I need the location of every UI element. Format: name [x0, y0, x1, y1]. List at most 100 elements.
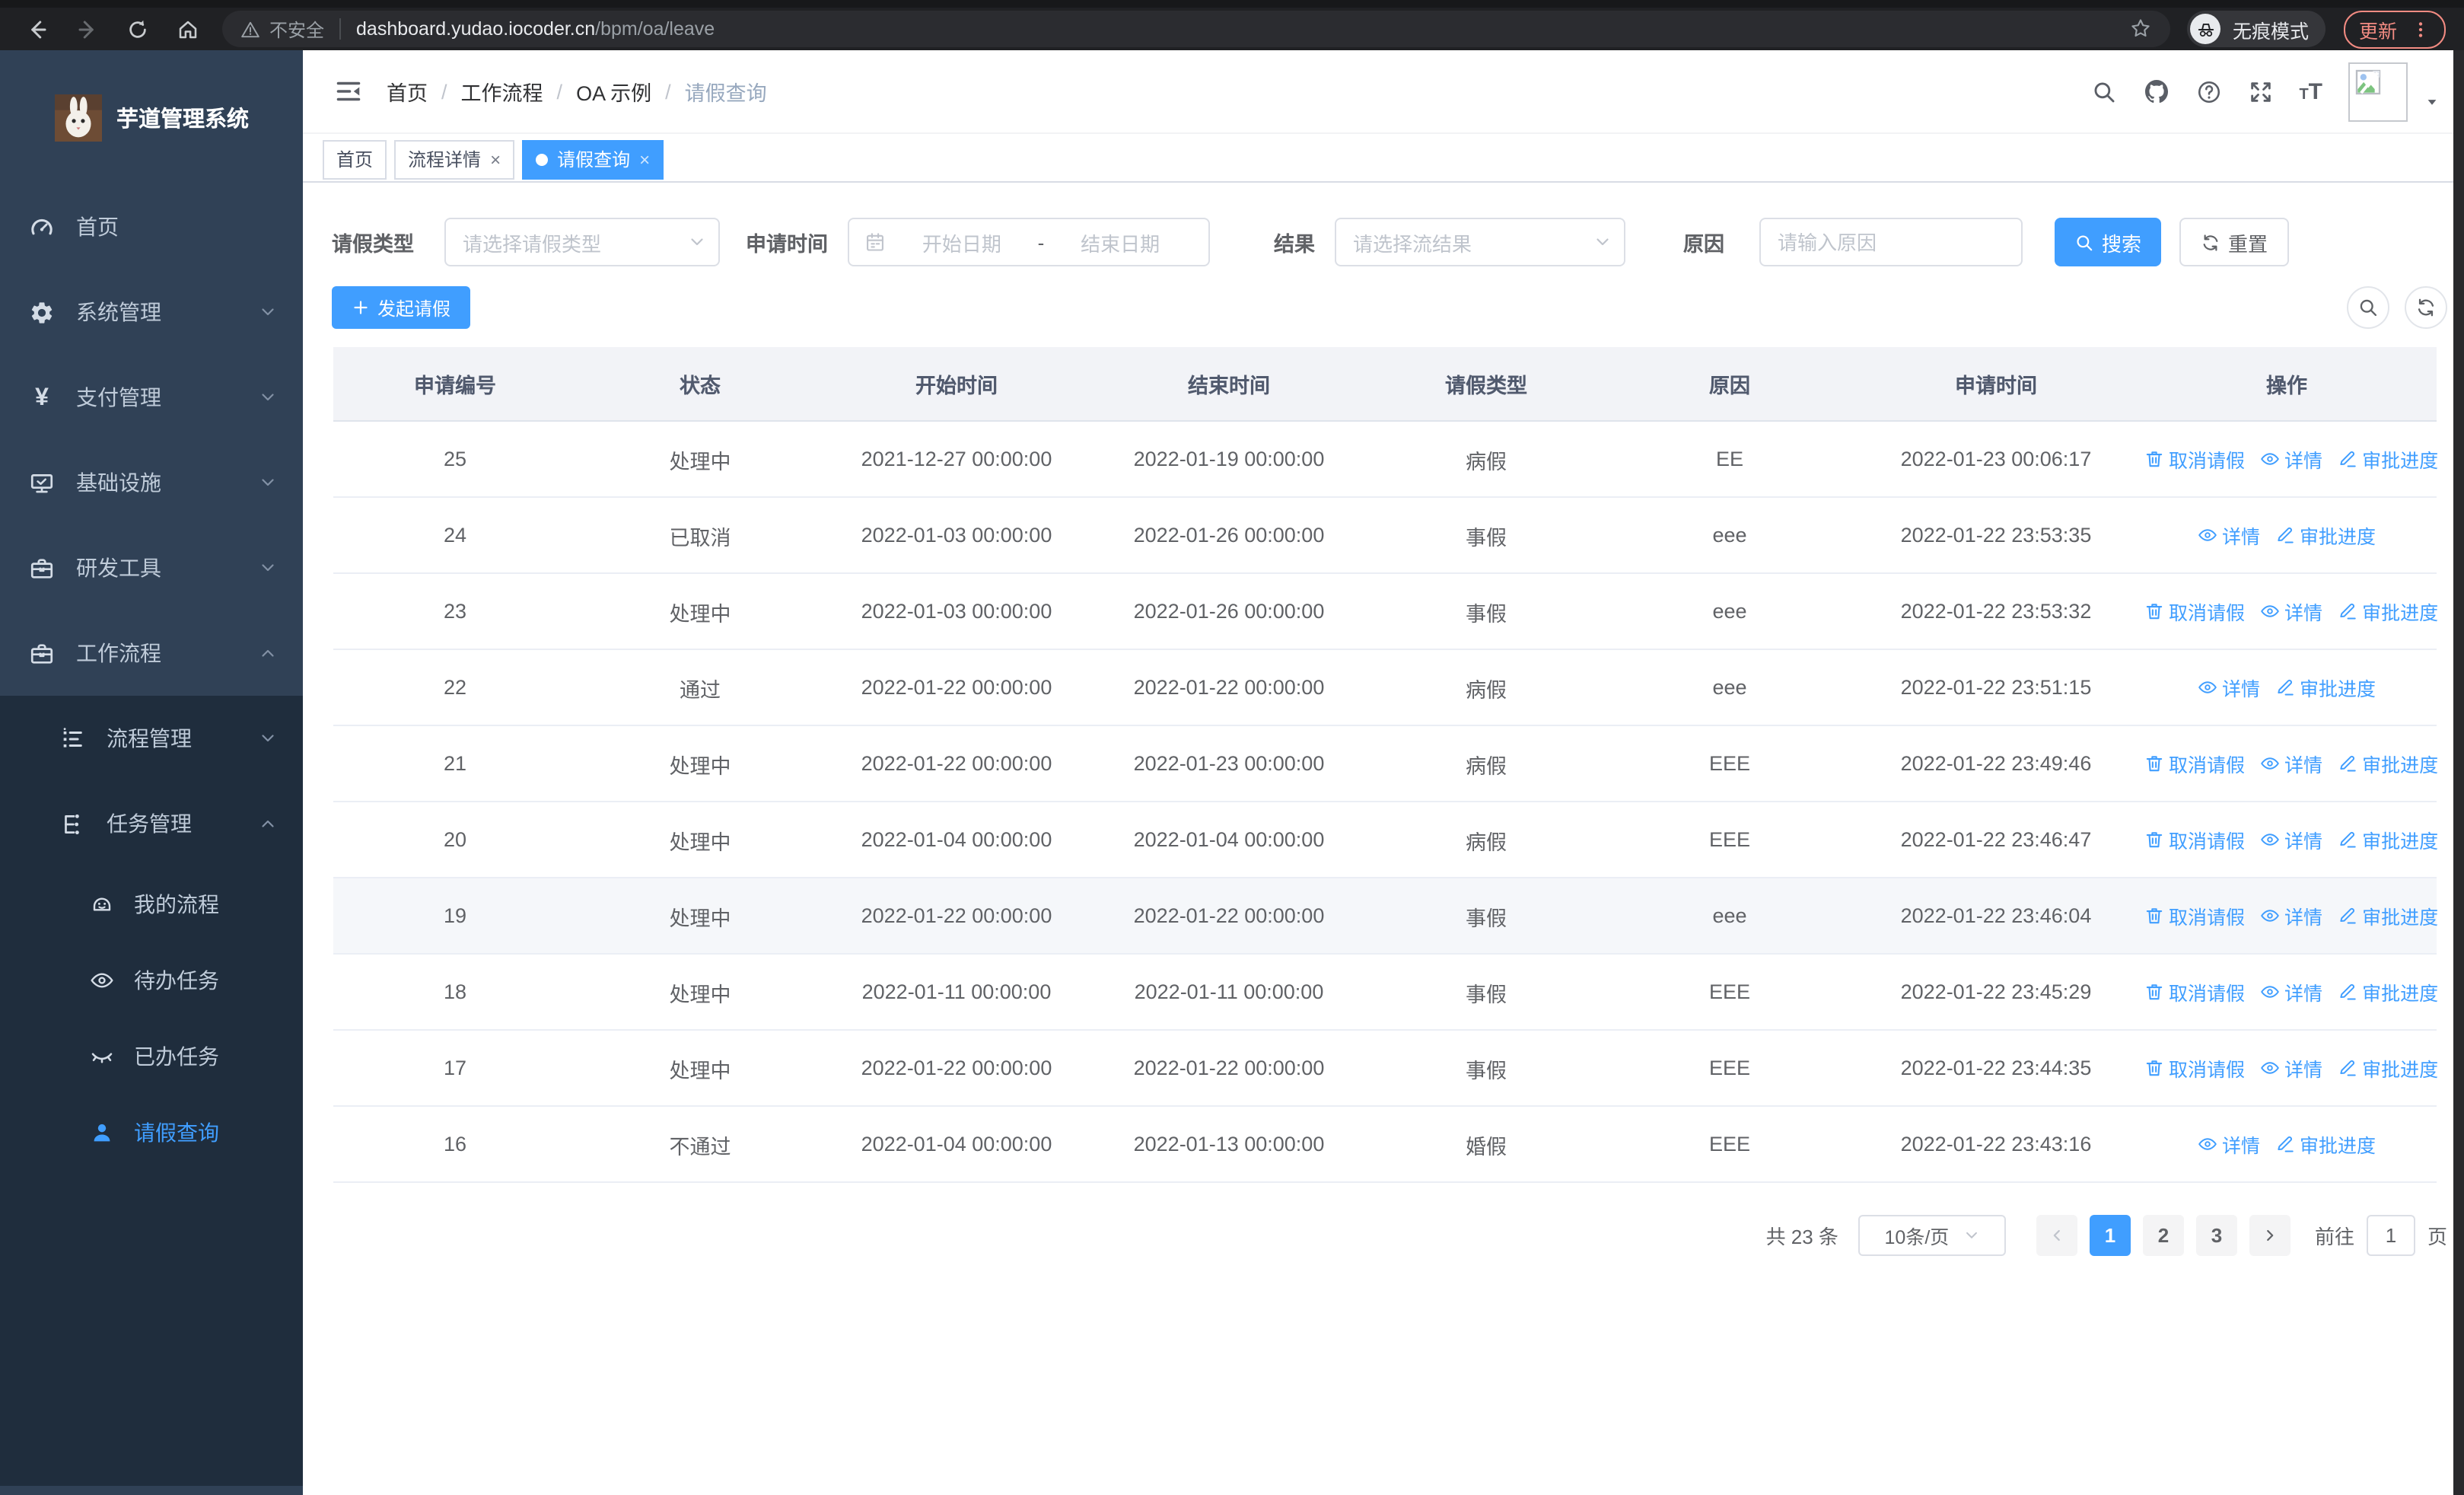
select-placeholder: 请选择流结果 — [1353, 232, 1472, 255]
github-icon[interactable] — [2142, 78, 2170, 105]
browser-reload-button[interactable] — [113, 9, 163, 49]
detail-link[interactable]: 详情 — [2260, 825, 2322, 854]
bookmark-star-icon[interactable] — [2129, 15, 2152, 43]
breadcrumb-home[interactable]: 首页 — [387, 76, 428, 107]
approval-progress-link[interactable]: 审批进度 — [2338, 977, 2438, 1006]
apply-time-range-picker[interactable]: 开始日期 - 结束日期 — [848, 218, 1210, 266]
tab-process-detail[interactable]: 流程详情 × — [394, 139, 515, 179]
reason-input[interactable] — [1761, 231, 2021, 253]
cancel-leave-link[interactable]: 取消请假 — [2144, 977, 2245, 1006]
sidebar-item-done-tasks[interactable]: 已办任务 — [0, 1018, 303, 1095]
cancel-leave-link[interactable]: 取消请假 — [2144, 445, 2245, 473]
result-select[interactable]: 请选择流结果 — [1335, 218, 1625, 266]
sidebar-item-devtools[interactable]: 研发工具 — [0, 525, 303, 610]
detail-link[interactable]: 详情 — [2198, 673, 2260, 702]
chevron-down-icon — [259, 388, 277, 406]
cancel-leave-link[interactable]: 取消请假 — [2144, 825, 2245, 854]
address-bar[interactable]: 不安全 dashboard.yudao.iocoder.cn/bpm/oa/le… — [222, 11, 2170, 47]
sidebar-item-label: 基础设施 — [76, 470, 161, 495]
approval-progress-link[interactable]: 审批进度 — [2338, 445, 2438, 473]
reset-button-label: 重置 — [2227, 232, 2268, 255]
tab-leave-query[interactable]: 请假查询 × — [522, 139, 664, 179]
cell-status: 处理中 — [577, 421, 823, 498]
avatar-caret-icon[interactable] — [2424, 94, 2440, 110]
approval-progress-link[interactable]: 审批进度 — [2338, 825, 2438, 854]
detail-link[interactable]: 详情 — [2260, 1054, 2322, 1082]
next-page-button[interactable] — [2249, 1215, 2291, 1256]
page-size-select[interactable]: 10条/页 — [1858, 1215, 2006, 1256]
incognito-icon — [2190, 14, 2220, 44]
sidebar: 芋道管理系统 首页 系统管理 ¥ 支付管理 基础设施 研发工具 工作流程 流程管… — [0, 50, 303, 1495]
sidebar-item-system[interactable]: 系统管理 — [0, 269, 303, 355]
detail-link[interactable]: 详情 — [2260, 977, 2322, 1006]
reset-button[interactable]: 重置 — [2179, 218, 2289, 266]
close-icon[interactable]: × — [639, 150, 650, 168]
browser-menu-icon[interactable] — [2411, 19, 2431, 39]
fullscreen-icon[interactable] — [2247, 78, 2273, 104]
approval-progress-link[interactable]: 审批进度 — [2338, 749, 2438, 778]
sidebar-item-todo-tasks[interactable]: 待办任务 — [0, 942, 303, 1018]
toggle-search-button[interactable] — [2347, 286, 2389, 329]
pen-icon — [2338, 1058, 2357, 1078]
security-status[interactable]: 不安全 — [240, 16, 324, 42]
avatar[interactable] — [2348, 62, 2408, 121]
approval-progress-link[interactable]: 审批进度 — [2338, 1054, 2438, 1082]
cancel-leave-link[interactable]: 取消请假 — [2144, 597, 2245, 626]
page-button-2[interactable]: 2 — [2142, 1215, 2184, 1256]
cancel-leave-link[interactable]: 取消请假 — [2144, 901, 2245, 930]
goto-page-input[interactable] — [2366, 1215, 2415, 1256]
sidebar-item-infra[interactable]: 基础设施 — [0, 440, 303, 525]
approval-progress-link[interactable]: 审批进度 — [2275, 673, 2376, 702]
cancel-leave-link[interactable]: 取消请假 — [2144, 1054, 2245, 1082]
create-leave-button[interactable]: 发起请假 — [332, 286, 471, 329]
detail-link[interactable]: 详情 — [2260, 901, 2322, 930]
sidebar-item-home[interactable]: 首页 — [0, 184, 303, 269]
detail-link[interactable]: 详情 — [2198, 1130, 2260, 1159]
detail-link[interactable]: 详情 — [2260, 597, 2322, 626]
user-icon — [90, 1120, 114, 1145]
detail-link[interactable]: 详情 — [2260, 749, 2322, 778]
breadcrumb-oa-example[interactable]: OA 示例 — [576, 76, 651, 107]
collapse-sidebar-icon[interactable] — [335, 78, 362, 105]
browser-update-button[interactable]: 更新 — [2344, 10, 2446, 48]
help-icon[interactable] — [2195, 78, 2221, 104]
detail-link[interactable]: 详情 — [2198, 521, 2260, 550]
cell-apply-time: 2022-01-22 23:43:16 — [1855, 1106, 2137, 1183]
sidebar-item-leave-query[interactable]: 请假查询 — [0, 1095, 303, 1171]
cell-reason: eee — [1604, 573, 1855, 650]
scrollbar-track[interactable] — [2453, 50, 2464, 1495]
breadcrumb-workflow[interactable]: 工作流程 — [461, 76, 543, 107]
approval-progress-link[interactable]: 审批进度 — [2338, 597, 2438, 626]
sidebar-filler — [0, 1171, 303, 1486]
approval-progress-link[interactable]: 审批进度 — [2275, 521, 2376, 550]
approval-progress-link[interactable]: 审批进度 — [2275, 1130, 2376, 1159]
search-button[interactable]: 搜索 — [2055, 218, 2161, 266]
search-icon[interactable] — [2090, 78, 2116, 104]
breadcrumb-current: 请假查询 — [684, 82, 767, 105]
app-logo[interactable]: 芋道管理系统 — [0, 50, 303, 184]
page-button-3[interactable]: 3 — [2195, 1215, 2237, 1256]
refresh-table-button[interactable] — [2405, 286, 2447, 329]
browser-forward-button[interactable] — [62, 9, 113, 49]
approval-progress-link[interactable]: 审批进度 — [2338, 901, 2438, 930]
cancel-leave-link[interactable]: 取消请假 — [2144, 749, 2245, 778]
sidebar-item-payment[interactable]: ¥ 支付管理 — [0, 355, 303, 440]
sidebar-item-workflow[interactable]: 工作流程 — [0, 610, 303, 696]
close-icon[interactable]: × — [490, 150, 501, 168]
page-button-1[interactable]: 1 — [2089, 1215, 2131, 1256]
sidebar-item-process-mgmt[interactable]: 流程管理 — [0, 696, 303, 781]
browser-back-button[interactable] — [12, 9, 62, 49]
tab-home[interactable]: 首页 — [323, 139, 387, 179]
prev-page-button[interactable] — [2036, 1215, 2077, 1256]
cell-reason: EEE — [1604, 1030, 1855, 1107]
robot-icon — [90, 892, 114, 916]
sidebar-item-task-mgmt[interactable]: 任务管理 — [0, 781, 303, 866]
browser-home-button[interactable] — [163, 9, 213, 49]
cell-status: 通过 — [577, 649, 823, 726]
detail-link[interactable]: 详情 — [2260, 445, 2322, 473]
sidebar-item-my-process[interactable]: 我的流程 — [0, 866, 303, 942]
leave-type-select[interactable]: 请选择请假类型 — [444, 218, 720, 266]
cell-start-time: 2022-01-04 00:00:00 — [823, 1106, 1090, 1183]
font-size-icon[interactable]: TT — [2299, 80, 2322, 103]
security-label: 不安全 — [269, 19, 325, 40]
